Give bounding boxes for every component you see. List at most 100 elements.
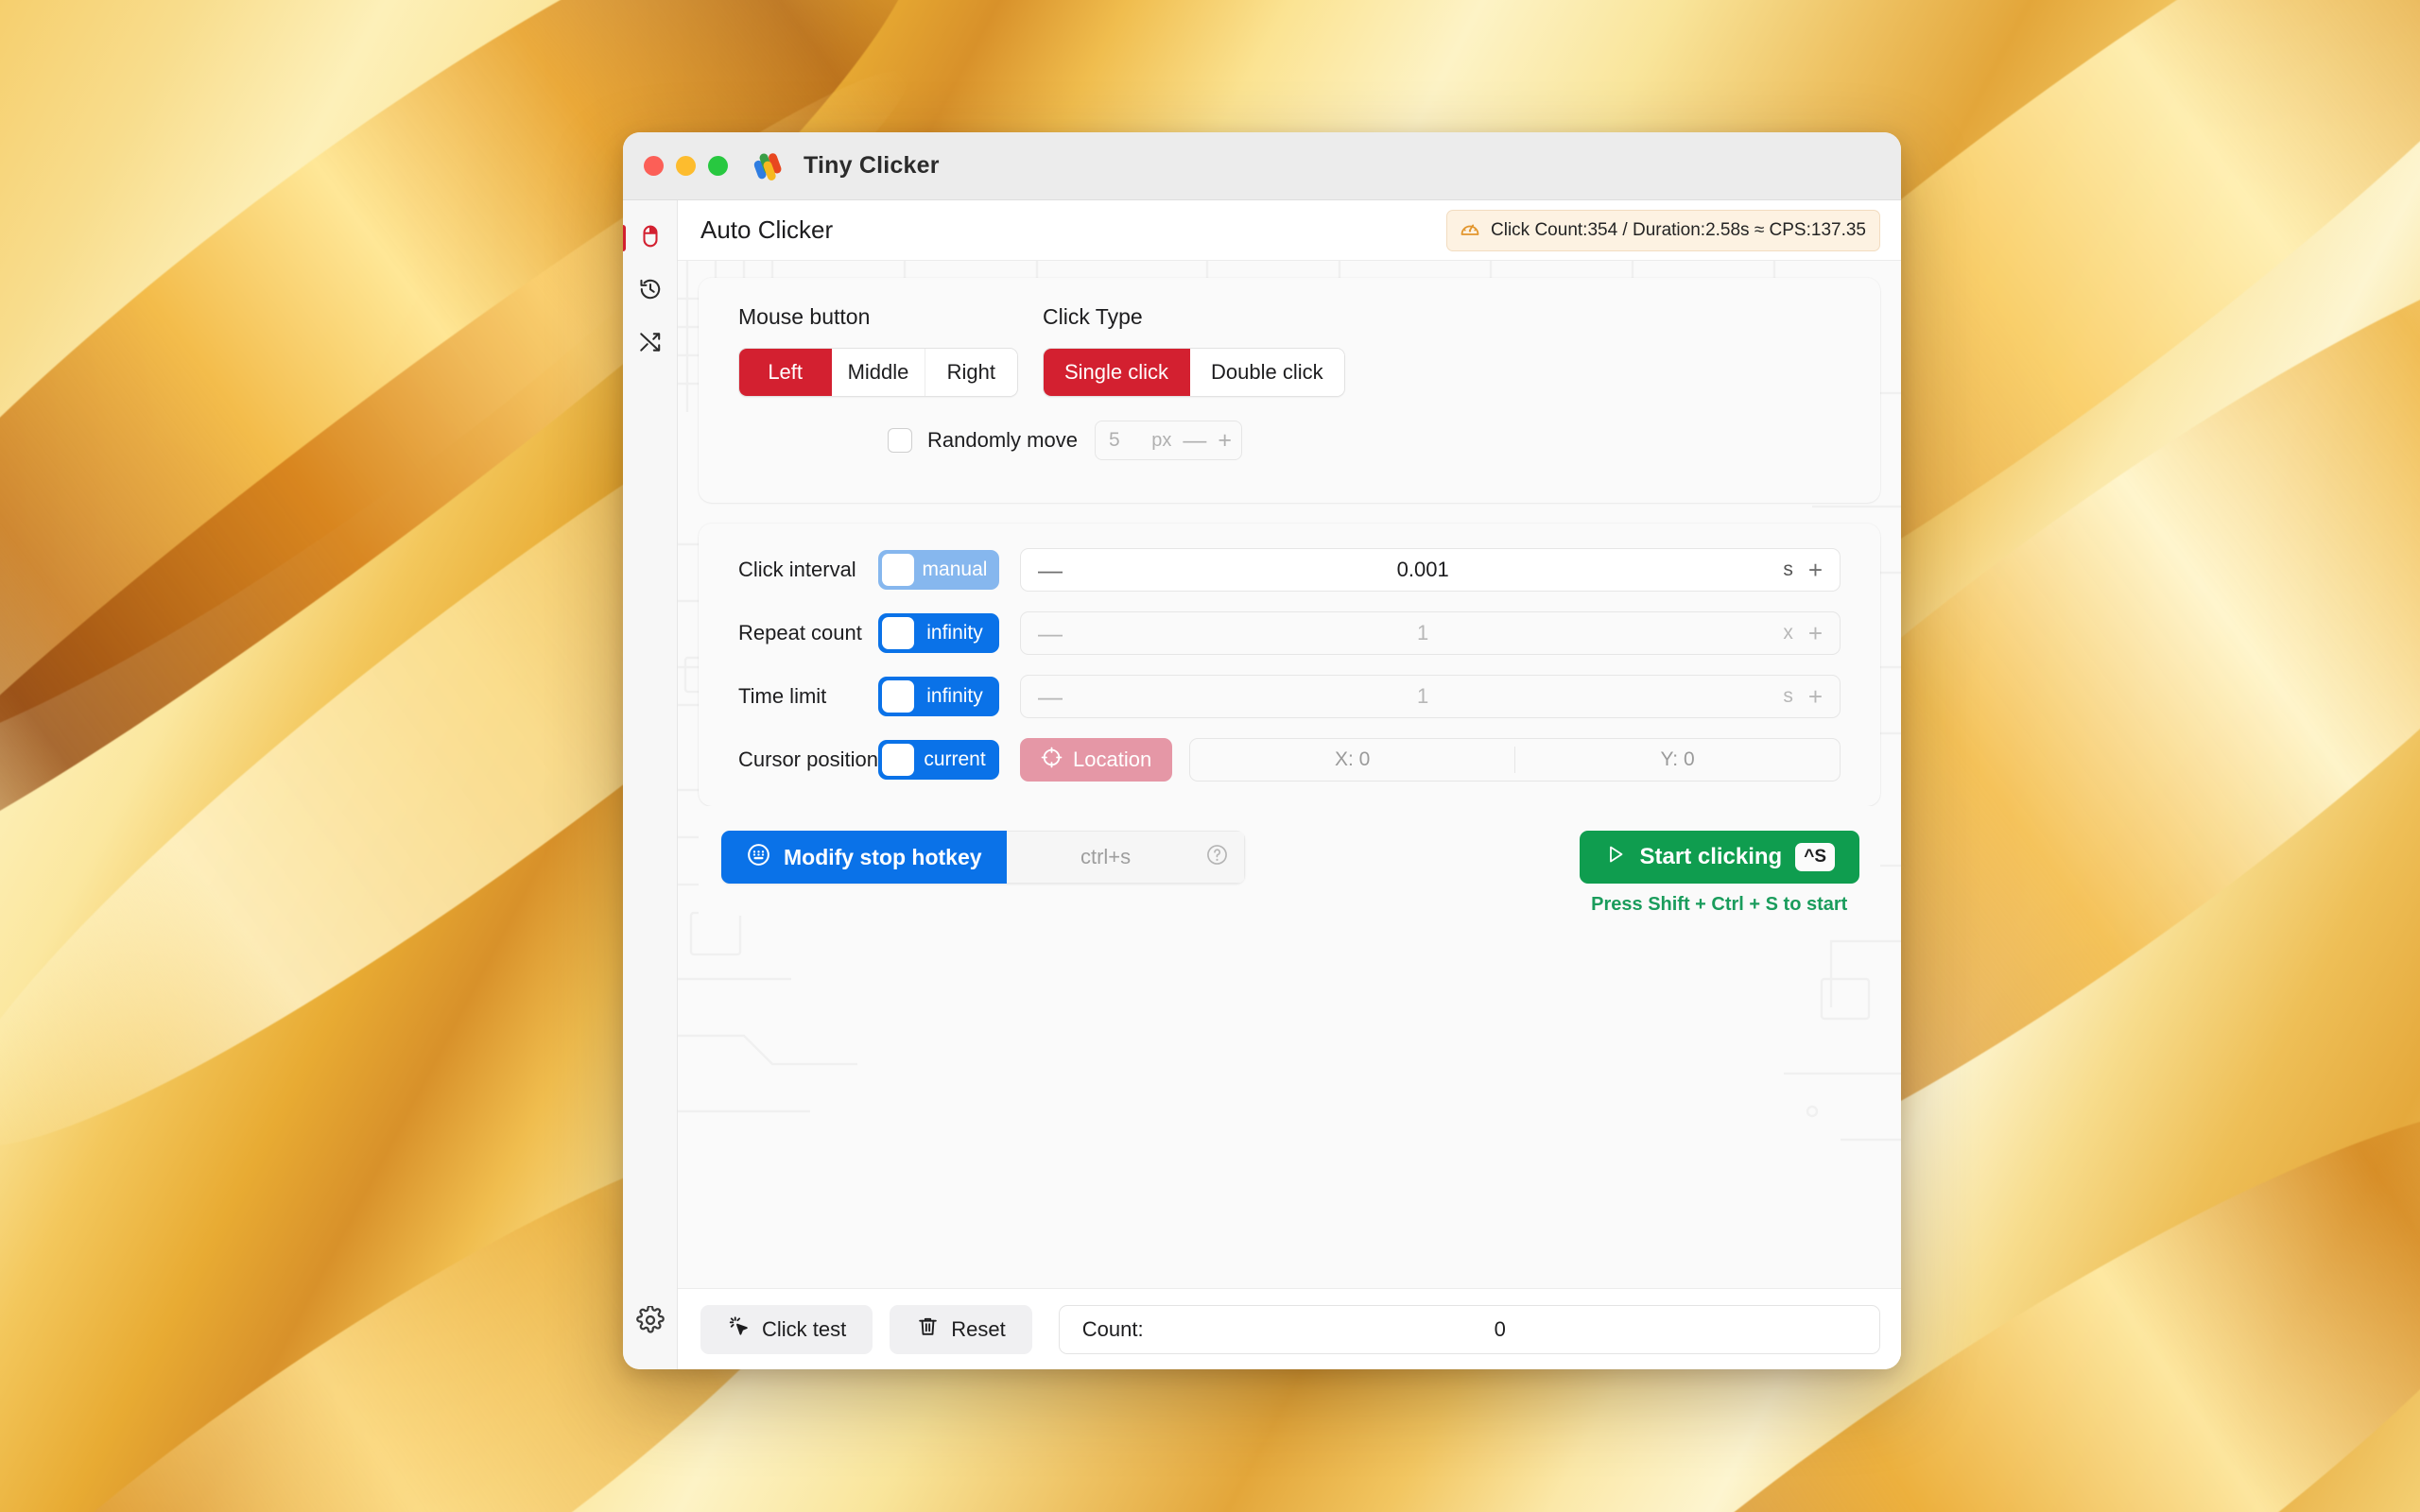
click-interval-toggle[interactable]: manual: [878, 550, 999, 590]
cursor-y-value: Y: 0: [1660, 748, 1695, 770]
time-limit-value: 1: [1417, 684, 1429, 708]
cursor-position-toggle[interactable]: current: [878, 740, 999, 780]
click-type-segmented-control[interactable]: Single click Double click: [1043, 348, 1345, 397]
start-hint-text: Press Shift + Ctrl + S to start: [1591, 894, 1848, 915]
cursor-position-label: Cursor position: [738, 747, 878, 771]
hotkey-value: ctrl+s: [1080, 845, 1132, 868]
randomly-move-row: Randomly move 5 px — +: [738, 421, 1841, 460]
stats-text: Click Count:354 / Duration:2.58s ≈ CPS:1…: [1491, 219, 1866, 240]
mouse-icon: [638, 224, 663, 253]
sidebar-item-shuffle[interactable]: [629, 321, 672, 367]
click-interval-value: 0.001: [1396, 558, 1449, 581]
mouse-button-left[interactable]: Left: [739, 349, 833, 396]
minus-icon[interactable]: —: [1038, 558, 1063, 582]
time-limit-toggle-label: infinity: [926, 685, 983, 707]
plus-icon[interactable]: +: [1808, 684, 1823, 709]
window-title: Tiny Clicker: [804, 152, 940, 179]
desktop-wallpaper: Tiny Clicker Auto Clicker Click Count:35…: [0, 0, 2420, 1512]
window-body: Auto Clicker Click Count:354 / Duration:…: [623, 200, 1901, 1369]
count-label: Count:: [1081, 1316, 1144, 1341]
action-row: Modify stop hotkey ctrl+s Start clicking…: [699, 806, 1880, 916]
repeat-count-toggle-label: infinity: [926, 622, 983, 644]
settings-content: Mouse button Click Type Left Middle Righ…: [678, 261, 1901, 1288]
cursor-position-row: Cursor position current Location X: 0 Y:…: [738, 738, 1841, 782]
click-interval-field[interactable]: — 0.001 s +: [1020, 548, 1841, 592]
reset-button[interactable]: Reset: [890, 1304, 1032, 1354]
randomly-move-value: 5: [1108, 429, 1120, 451]
reset-label: Reset: [951, 1316, 1006, 1341]
sidebar: [623, 200, 678, 1369]
play-icon: [1604, 843, 1627, 872]
repeat-count-field[interactable]: — 1 x +: [1020, 611, 1841, 655]
mouse-button-segmented-control[interactable]: Left Middle Right: [738, 348, 1018, 397]
randomly-move-stepper[interactable]: 5 px — +: [1094, 421, 1242, 460]
location-button[interactable]: Location: [1020, 738, 1173, 782]
start-shortcut-badge: ^S: [1795, 843, 1835, 871]
cursor-x-value: X: 0: [1334, 748, 1371, 770]
time-limit-field[interactable]: — 1 s +: [1020, 675, 1841, 718]
traffic-light-buttons: [644, 156, 728, 176]
repeat-count-label: Repeat count: [738, 621, 862, 644]
toggle-knob: [882, 744, 914, 776]
minimize-button[interactable]: [676, 156, 696, 176]
time-limit-unit: s: [1783, 685, 1793, 707]
click-test-button[interactable]: Click test: [700, 1304, 873, 1354]
location-button-label: Location: [1073, 747, 1152, 771]
cursor-xy-field[interactable]: X: 0 Y: 0: [1189, 738, 1841, 782]
repeat-count-row: Repeat count infinity — 1 x +: [738, 611, 1841, 655]
click-test-label: Click test: [762, 1316, 847, 1341]
crosshair-icon: [1041, 747, 1063, 774]
start-clicking-label: Start clicking: [1639, 844, 1783, 869]
sidebar-item-settings[interactable]: [629, 1299, 672, 1345]
minus-icon[interactable]: —: [1183, 428, 1206, 453]
click-type-label: Click Type: [1043, 304, 1143, 329]
hotkey-group: Modify stop hotkey ctrl+s: [721, 831, 1245, 884]
hotkey-display-field[interactable]: ctrl+s: [1006, 831, 1245, 884]
main-panel: Auto Clicker Click Count:354 / Duration:…: [678, 200, 1901, 1369]
randomly-move-unit: px: [1151, 429, 1172, 451]
sidebar-item-history[interactable]: [629, 268, 672, 314]
maximize-button[interactable]: [708, 156, 728, 176]
keyboard-icon: [746, 842, 771, 873]
stats-badge: Click Count:354 / Duration:2.58s ≈ CPS:1…: [1446, 209, 1880, 251]
plus-icon[interactable]: +: [1808, 558, 1823, 582]
click-interval-unit: s: [1783, 558, 1793, 580]
repeat-count-toggle[interactable]: infinity: [878, 613, 999, 653]
minus-icon[interactable]: —: [1038, 684, 1063, 709]
mode-card: Mouse button Click Type Left Middle Righ…: [699, 278, 1880, 503]
cursor-click-icon: [727, 1314, 751, 1344]
segment-gap: [1018, 348, 1043, 397]
cursor-position-toggle-label: current: [924, 748, 986, 770]
footer-bar: Click test Reset Count: 0: [678, 1288, 1901, 1369]
plus-icon[interactable]: +: [1808, 621, 1823, 645]
time-limit-row: Time limit infinity — 1 s +: [738, 675, 1841, 718]
mouse-button-label: Mouse button: [738, 304, 871, 329]
sidebar-item-auto-clicker[interactable]: [623, 215, 672, 261]
mode-labels-row: Mouse button Click Type: [738, 304, 1841, 330]
settings-card: Click interval manual — 0.001 s + Repeat…: [699, 524, 1880, 806]
app-window: Tiny Clicker Auto Clicker Click Count:35…: [623, 132, 1901, 1369]
gear-icon: [635, 1304, 665, 1339]
mouse-button-right[interactable]: Right: [925, 349, 1017, 396]
randomly-move-checkbox[interactable]: [888, 428, 912, 453]
question-circle-icon[interactable]: [1205, 843, 1229, 872]
click-type-double[interactable]: Double click: [1190, 349, 1344, 396]
page-title: Auto Clicker: [700, 215, 834, 244]
start-section: Start clicking ^S Press Shift + Ctrl + S…: [1579, 831, 1859, 916]
trash-icon: [916, 1314, 940, 1344]
time-limit-toggle[interactable]: infinity: [878, 677, 999, 716]
count-value: 0: [1494, 1316, 1506, 1341]
toggle-knob: [882, 617, 914, 649]
plus-icon[interactable]: +: [1218, 428, 1232, 453]
click-type-single[interactable]: Single click: [1044, 349, 1191, 396]
modify-stop-hotkey-button[interactable]: Modify stop hotkey: [721, 831, 1007, 884]
shuffle-icon: [638, 330, 663, 359]
click-interval-label: Click interval: [738, 558, 856, 581]
close-button[interactable]: [644, 156, 664, 176]
click-interval-row: Click interval manual — 0.001 s +: [738, 548, 1841, 592]
start-clicking-button[interactable]: Start clicking ^S: [1579, 831, 1859, 884]
gauge-icon: [1459, 216, 1481, 245]
modify-stop-hotkey-label: Modify stop hotkey: [784, 844, 982, 869]
minus-icon[interactable]: —: [1038, 621, 1063, 645]
mouse-button-middle[interactable]: Middle: [832, 349, 925, 396]
